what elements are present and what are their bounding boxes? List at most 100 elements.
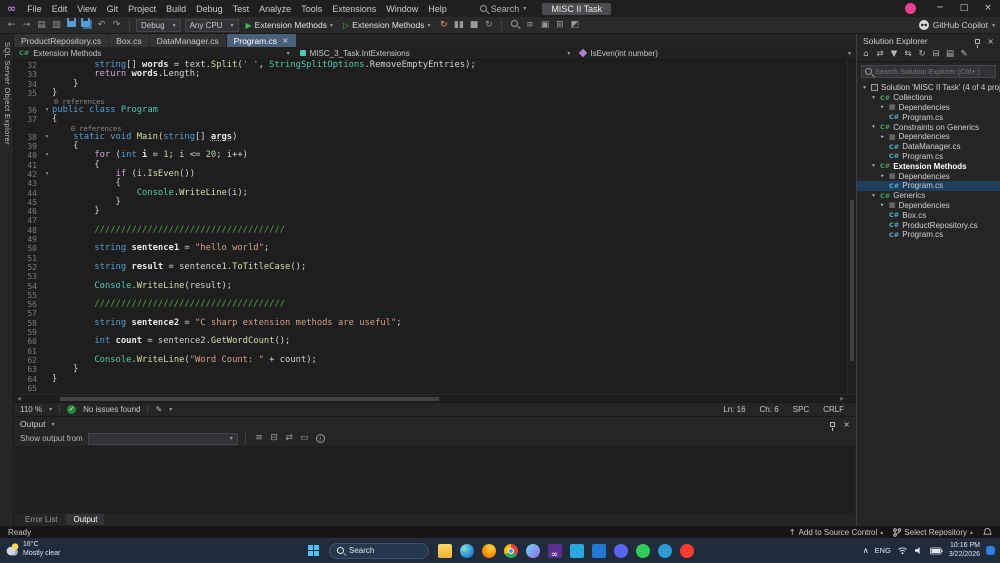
refresh-icon[interactable]: ↻ [916, 47, 928, 62]
tree-collapsed-icon[interactable]: ▸ [879, 104, 886, 110]
taskbar-app-phone-link[interactable] [655, 541, 674, 560]
extensions-icon[interactable]: ⊞ [553, 18, 566, 33]
fold-collapse-icon[interactable]: ▾ [42, 151, 52, 160]
spaces-indicator[interactable]: SPC [793, 405, 809, 414]
language-indicator[interactable]: ENG [875, 546, 891, 555]
menu-extensions[interactable]: Extensions [327, 4, 381, 14]
github-copilot-button[interactable]: GitHub Copilot ▾ [919, 20, 995, 30]
start-button[interactable] [304, 541, 323, 560]
pending-changes-filter-icon[interactable]: ▼ [888, 47, 900, 62]
wifi-icon[interactable] [897, 546, 908, 555]
code-line[interactable]: 60 int count = sentence2.GetWordCount(); [14, 337, 847, 346]
tree-item[interactable]: ▸▦Dependencies [857, 103, 1000, 113]
code-line[interactable]: 36▾public class Program [14, 106, 847, 115]
code-line[interactable]: 37{ [14, 115, 847, 124]
column-indicator[interactable]: Ch: 6 [760, 405, 779, 414]
new-file-icon[interactable]: ▤ [35, 18, 48, 33]
find-message-icon[interactable]: ▭ [298, 431, 311, 446]
code-line[interactable]: 54 Console.WriteLine(result); [14, 282, 847, 291]
platform-dropdown[interactable]: Any CPU ▾ [185, 19, 239, 32]
clear-all-icon[interactable]: ⊟ [268, 431, 281, 446]
find-in-files-icon[interactable] [508, 18, 521, 33]
menu-edit[interactable]: Edit [47, 4, 73, 14]
notification-badge[interactable] [986, 546, 995, 555]
outline-icon[interactable]: ≡ [523, 18, 536, 33]
battery-icon[interactable] [930, 547, 943, 555]
tab-productrepository-cs[interactable]: ProductRepository.cs [14, 34, 108, 47]
menu-build[interactable]: Build [161, 4, 191, 14]
comment-icon[interactable]: ▣ [538, 18, 551, 33]
taskbar-app-visual-studio[interactable] [545, 541, 564, 560]
tree-item[interactable]: ▾C#Constraints on Generics [857, 122, 1000, 132]
pin-icon[interactable] [975, 39, 980, 44]
tree-item[interactable]: ▾Solution 'MISC II Task' (4 of 4 project… [857, 83, 1000, 93]
menu-help[interactable]: Help [423, 4, 452, 14]
tree-collapsed-icon[interactable]: ▸ [879, 134, 886, 140]
code-line[interactable]: 38▾ static void Main(string[] args) [14, 133, 847, 142]
volume-icon[interactable] [914, 546, 924, 555]
vertical-scrollbar[interactable] [847, 60, 856, 394]
scrollbar-thumb[interactable] [60, 397, 439, 401]
taskbar-app-edge[interactable] [457, 541, 476, 560]
output-content[interactable] [15, 446, 855, 513]
scroll-left-icon[interactable]: ◀ [17, 395, 21, 403]
tree-item[interactable]: ▾C#Collections [857, 93, 1000, 103]
code-line[interactable]: 44 Console.WriteLine(i); [14, 189, 847, 198]
taskbar-app-vscode[interactable] [567, 541, 586, 560]
horizontal-scrollbar[interactable]: ◀ ▶ [14, 394, 856, 402]
tree-item[interactable]: C#ProductRepository.cs [857, 220, 1000, 230]
taskbar-app-chrome[interactable] [501, 541, 520, 560]
code-line[interactable]: 33 return words.Length; [14, 70, 847, 79]
menu-window[interactable]: Window [381, 4, 423, 14]
code-line[interactable]: 35} [14, 89, 847, 98]
weather-widget[interactable]: 16°C Mostly clear [6, 540, 60, 558]
tree-expanded-icon[interactable]: ▾ [870, 193, 877, 199]
close-icon[interactable]: × [843, 420, 850, 429]
fold-collapse-icon[interactable]: ▾ [42, 106, 52, 115]
sync-with-active-document-icon[interactable]: ⇆ [902, 47, 914, 62]
close-icon[interactable]: × [282, 36, 289, 45]
solution-search-box[interactable] [861, 65, 996, 78]
start-without-debugging-button[interactable]: ▷ Extension Methods ▾ [340, 20, 433, 30]
pin-icon[interactable] [830, 422, 835, 427]
tree-item[interactable]: C#Program.cs [857, 152, 1000, 162]
menu-git[interactable]: Git [102, 4, 124, 14]
menu-analyze[interactable]: Analyze [254, 4, 296, 14]
tab-program-cs[interactable]: Program.cs× [227, 34, 296, 47]
edit-mode-icon[interactable]: ✎ [155, 405, 162, 414]
add-to-source-control-button[interactable]: ↑ Add to Source Control ▴ [789, 528, 883, 537]
project-dropdown[interactable]: C# Extension Methods ▾ [14, 47, 295, 59]
undo-icon[interactable]: ↶ [95, 18, 108, 33]
menu-file[interactable]: File [22, 4, 47, 14]
taskbar-app-copilot[interactable] [523, 541, 542, 560]
close-button[interactable]: × [976, 0, 1000, 17]
code-line[interactable]: 42▾ if (i.IsEven()) [14, 170, 847, 179]
taskbar-app-whatsapp[interactable] [633, 541, 652, 560]
messages-icon[interactable]: ≡ [253, 431, 266, 446]
code-editor[interactable]: 32 string[] words = text.Split(' ', Stri… [14, 60, 856, 394]
navigate-back-icon[interactable]: ← [5, 18, 18, 33]
line-ending-indicator[interactable]: CRLF [823, 405, 844, 414]
home-icon[interactable]: ⌂ [860, 47, 872, 62]
stop-icon[interactable]: ■ [467, 18, 480, 33]
panel-tab-error-list[interactable]: Error List [18, 514, 64, 525]
titlebar-search[interactable]: Search ▾ [474, 4, 533, 14]
menu-project[interactable]: Project [123, 4, 161, 14]
configuration-dropdown[interactable]: Debug ▾ [136, 19, 181, 32]
tab-box-cs[interactable]: Box.cs [109, 34, 149, 47]
code-line[interactable]: 62 Console.WriteLine("Word Count: " + co… [14, 356, 847, 365]
scrollbar-thumb[interactable] [850, 200, 854, 360]
code-line[interactable]: 40▾ for (int i = 1; i <= 20; i++) [14, 151, 847, 160]
tray-chevron-up-icon[interactable]: ∧ [863, 546, 869, 555]
panel-tab-output[interactable]: Output [66, 514, 104, 525]
code-line[interactable]: 52 string result = sentence1.ToTitleCase… [14, 263, 847, 272]
menu-debug[interactable]: Debug [191, 4, 228, 14]
taskbar-app-discord[interactable] [611, 541, 630, 560]
type-dropdown[interactable]: MISC_3_Task.IntExtensions ▾ [295, 47, 576, 59]
tree-item[interactable]: C#Box.cs [857, 210, 1000, 220]
fold-collapse-icon[interactable]: ▾ [42, 170, 52, 179]
zoom-level[interactable]: 110 % [20, 405, 42, 414]
solution-search-input[interactable] [875, 67, 992, 76]
code-line[interactable]: 46 } [14, 207, 847, 216]
taskbar-app-store[interactable] [589, 541, 608, 560]
